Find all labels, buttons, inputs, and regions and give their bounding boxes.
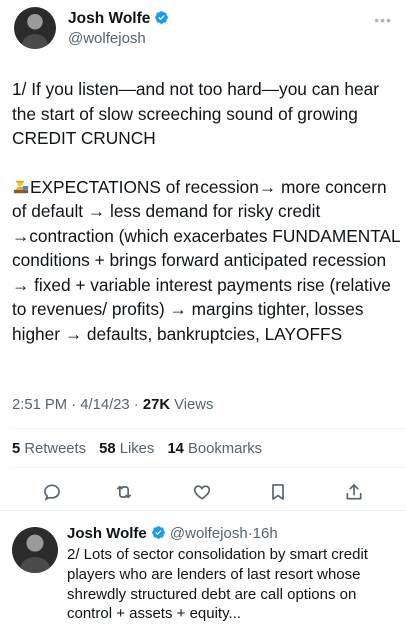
- tweet-paragraph-1: 1/ If you listen—and not too hard—you ca…: [12, 79, 379, 148]
- likes-label: Likes: [119, 441, 155, 457]
- separator: ·: [133, 397, 139, 413]
- more-horizontal-icon[interactable]: •••: [374, 12, 392, 28]
- retweets-stat[interactable]: 5 Retweets: [12, 441, 86, 457]
- bookmarks-label: Bookmarks: [188, 441, 263, 457]
- views-count: 27K: [142, 397, 171, 413]
- divider: [12, 428, 406, 429]
- likes-count: 58: [99, 441, 116, 457]
- bookmarks-count: 14: [167, 441, 184, 457]
- divider: [0, 510, 406, 511]
- tweet-date[interactable]: 4/14/23: [80, 397, 129, 413]
- engagement-stats: 5 Retweets 58 Likes 14 Bookmarks: [12, 441, 271, 457]
- reply-handle[interactable]: @wolfejosh: [170, 525, 248, 542]
- bookmarks-stat[interactable]: 14 Bookmarks: [167, 441, 262, 457]
- author-name-row[interactable]: Josh Wolfe: [68, 10, 169, 28]
- timestamp[interactable]: 2:51 PM · 4/14/23 · 27K Views: [12, 397, 213, 413]
- avatar[interactable]: [14, 7, 56, 49]
- likes-stat[interactable]: 58 Likes: [99, 441, 154, 457]
- reply-button[interactable]: [40, 480, 64, 504]
- tweet-paragraph-2-text: EXPECTATIONS of recession→ more concern …: [12, 176, 400, 344]
- divider: [12, 467, 406, 468]
- reply-age[interactable]: 16h: [253, 525, 278, 542]
- views-label: Views: [174, 397, 214, 413]
- like-button[interactable]: [190, 480, 214, 504]
- separator: ·: [71, 397, 77, 413]
- tweet-text: 1/ If you listen—and not too hard—you ca…: [12, 77, 400, 346]
- share-button[interactable]: [342, 480, 366, 504]
- person-at-desk-emoji-icon: [13, 180, 29, 193]
- like-icon: [193, 485, 211, 500]
- bookmark-icon: [272, 484, 284, 500]
- main-tweet: Josh Wolfe @wolfejosh ••• 1/ If you list…: [0, 0, 406, 510]
- author-name[interactable]: Josh Wolfe: [68, 10, 150, 27]
- reply-text: 2/ Lots of sector consolidation by smart…: [67, 546, 368, 623]
- retweets-count: 5: [12, 441, 21, 457]
- verified-badge-icon: [151, 526, 165, 539]
- author-handle[interactable]: @wolfejosh: [68, 30, 146, 47]
- tweet-paragraph-2: EXPECTATIONS of recession→ more concern …: [12, 175, 400, 347]
- tweet-time[interactable]: 2:51 PM: [12, 397, 67, 413]
- action-bar: [0, 480, 406, 504]
- bookmark-button[interactable]: [266, 480, 290, 504]
- retweets-label: Retweets: [24, 441, 87, 457]
- retweet-icon: [116, 485, 132, 499]
- avatar[interactable]: [12, 527, 58, 573]
- retweet-button[interactable]: [112, 480, 136, 504]
- verified-badge-icon: [155, 11, 169, 24]
- share-icon: [346, 484, 362, 500]
- reply-author-name[interactable]: Josh Wolfe: [67, 525, 147, 542]
- reply-tweet[interactable]: Josh Wolfe @wolfejosh·16h 2/ Lots of sec…: [0, 514, 406, 640]
- reply-header: Josh Wolfe @wolfejosh·16h: [67, 525, 278, 542]
- reply-icon: [44, 484, 60, 501]
